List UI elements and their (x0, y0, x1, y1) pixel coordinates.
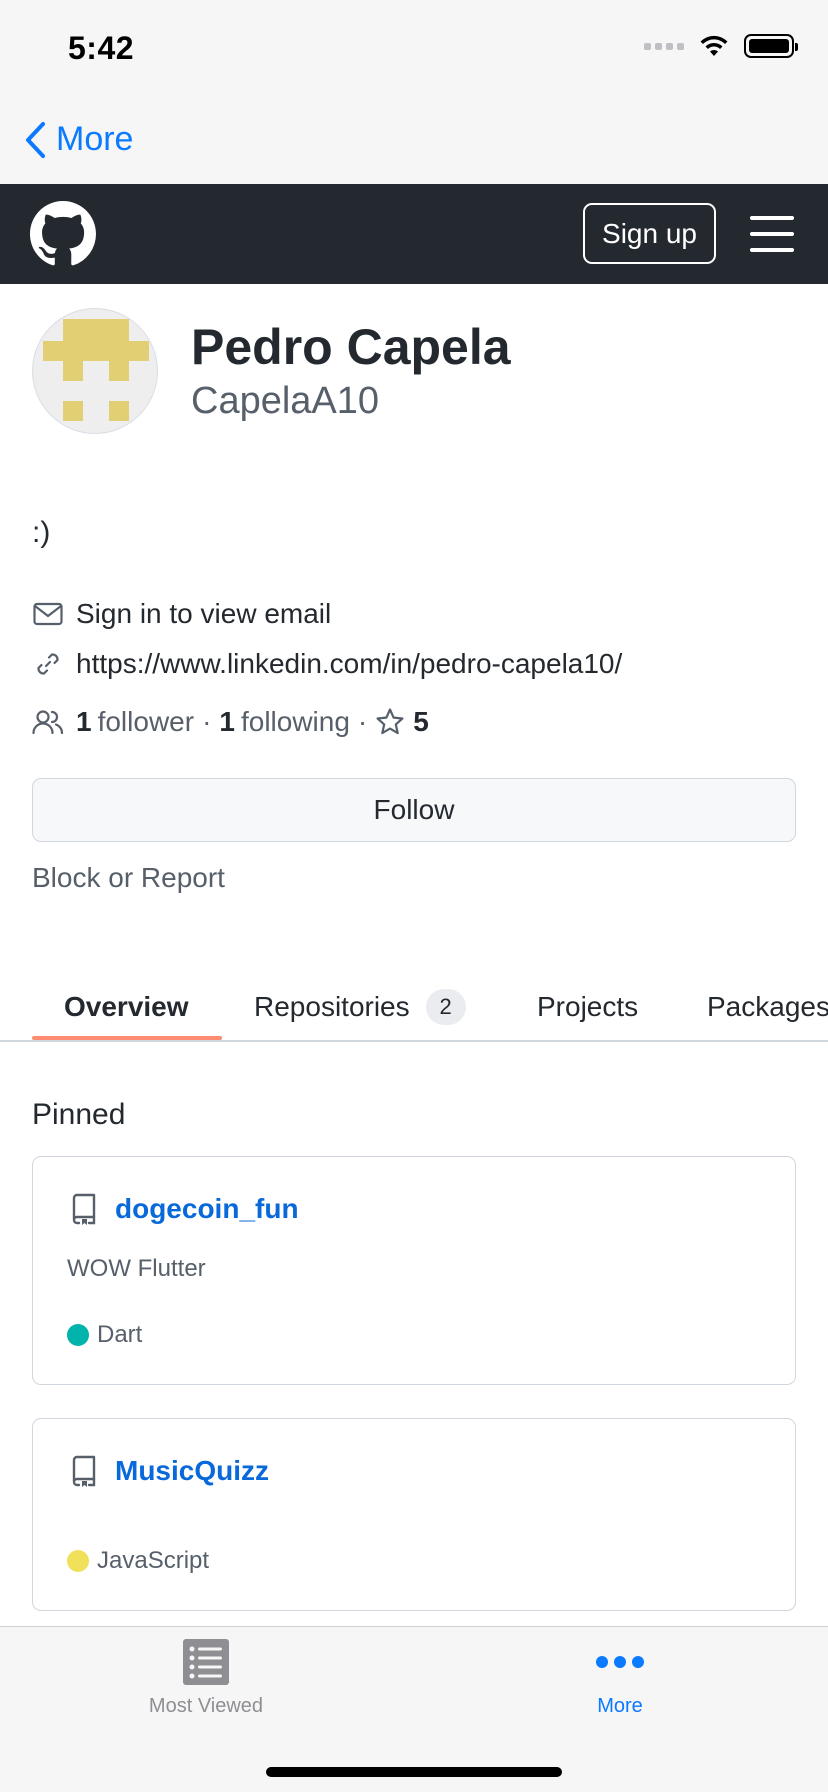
social-stats: 1 follower · 1 following · 5 (32, 706, 435, 738)
followers-link[interactable]: 1 follower (76, 706, 194, 738)
stars-link[interactable]: 5 (375, 706, 435, 738)
home-indicator (266, 1767, 562, 1777)
repo-icon (72, 1193, 96, 1225)
link-icon (32, 648, 64, 680)
back-button[interactable]: More (24, 120, 133, 159)
mail-icon (32, 598, 64, 630)
profile-username: CapelaA10 (191, 380, 380, 422)
status-bar: 5:42 (0, 0, 828, 100)
language-label: Dart (97, 1321, 143, 1348)
chevron-left-icon (26, 121, 45, 158)
following-label: following (240, 706, 350, 737)
repo-description: WOW Flutter (67, 1255, 206, 1282)
pinned-heading: Pinned (32, 1098, 126, 1131)
tabbar-more[interactable]: More (520, 1639, 720, 1718)
separator: · (357, 706, 368, 737)
pinned-repo-card: MusicQuizz JavaScript (32, 1418, 796, 1611)
star-icon (376, 708, 404, 735)
more-icon (596, 1656, 644, 1668)
block-report-link[interactable]: Block or Report (32, 862, 225, 894)
repo-icon (72, 1455, 96, 1487)
tab-projects[interactable]: Projects (537, 972, 638, 1042)
profile-bio: :) (32, 516, 51, 549)
identicon (43, 319, 149, 421)
following-link[interactable]: 1 following (219, 706, 350, 738)
navigation-bar: More (0, 100, 828, 184)
profile-name: Pedro Capela (191, 319, 511, 375)
repo-language: JavaScript (67, 1547, 209, 1575)
tab-packages[interactable]: Packages (707, 972, 828, 1042)
github-header: Sign up (0, 184, 828, 284)
tab-overview[interactable]: Overview (64, 972, 189, 1042)
tabbar-label: More (597, 1695, 643, 1717)
separator: · (202, 706, 212, 737)
email-text: Sign in to view email (76, 598, 332, 629)
repositories-counter: 2 (425, 989, 466, 1025)
back-label: More (56, 120, 134, 158)
follow-button[interactable]: Follow (32, 778, 796, 842)
repo-name-link[interactable]: dogecoin_fun (115, 1193, 299, 1225)
language-color-dot (67, 1324, 89, 1346)
followers-count: 1 (76, 706, 92, 737)
repo-header: MusicQuizz (69, 1455, 269, 1487)
language-color-dot (67, 1550, 89, 1572)
repo-header: dogecoin_fun (69, 1193, 299, 1225)
signup-button[interactable]: Sign up (583, 203, 716, 264)
pinned-repo-card: dogecoin_fun WOW Flutter Dart (32, 1156, 796, 1385)
website-link: https://www.linkedin.com/in/pedro-capela… (76, 648, 623, 679)
repo-name-link[interactable]: MusicQuizz (115, 1455, 269, 1487)
github-logo-icon[interactable] (30, 201, 96, 272)
wifi-icon (700, 35, 728, 56)
status-indicators (644, 34, 798, 58)
tab-label: Repositories (254, 991, 410, 1022)
tab-label: Overview (64, 991, 189, 1022)
active-tab-indicator (32, 1036, 222, 1040)
tabbar-label: Most Viewed (148, 1695, 264, 1717)
stars-count: 5 (413, 706, 429, 737)
email-row[interactable]: Sign in to view email (32, 598, 331, 630)
avatar (32, 308, 158, 434)
battery-icon (744, 34, 798, 58)
tab-label: Packages (707, 991, 828, 1022)
profile-tabs: Overview Repositories 2 Projects Packages (0, 972, 828, 1042)
tab-repositories[interactable]: Repositories 2 (254, 972, 466, 1042)
people-icon (32, 706, 64, 738)
repo-language: Dart (67, 1321, 142, 1349)
tab-label: Projects (537, 991, 639, 1022)
website-row[interactable]: https://www.linkedin.com/in/pedro-capela… (32, 648, 622, 680)
following-count: 1 (219, 706, 235, 737)
tabbar-most-viewed[interactable]: Most Viewed (106, 1639, 306, 1718)
followers-label: follower (97, 706, 195, 737)
signal-icon (644, 42, 684, 50)
language-label: JavaScript (97, 1547, 210, 1574)
status-time: 5:42 (68, 30, 135, 66)
hamburger-menu-icon[interactable] (750, 216, 794, 252)
list-icon (183, 1639, 229, 1685)
